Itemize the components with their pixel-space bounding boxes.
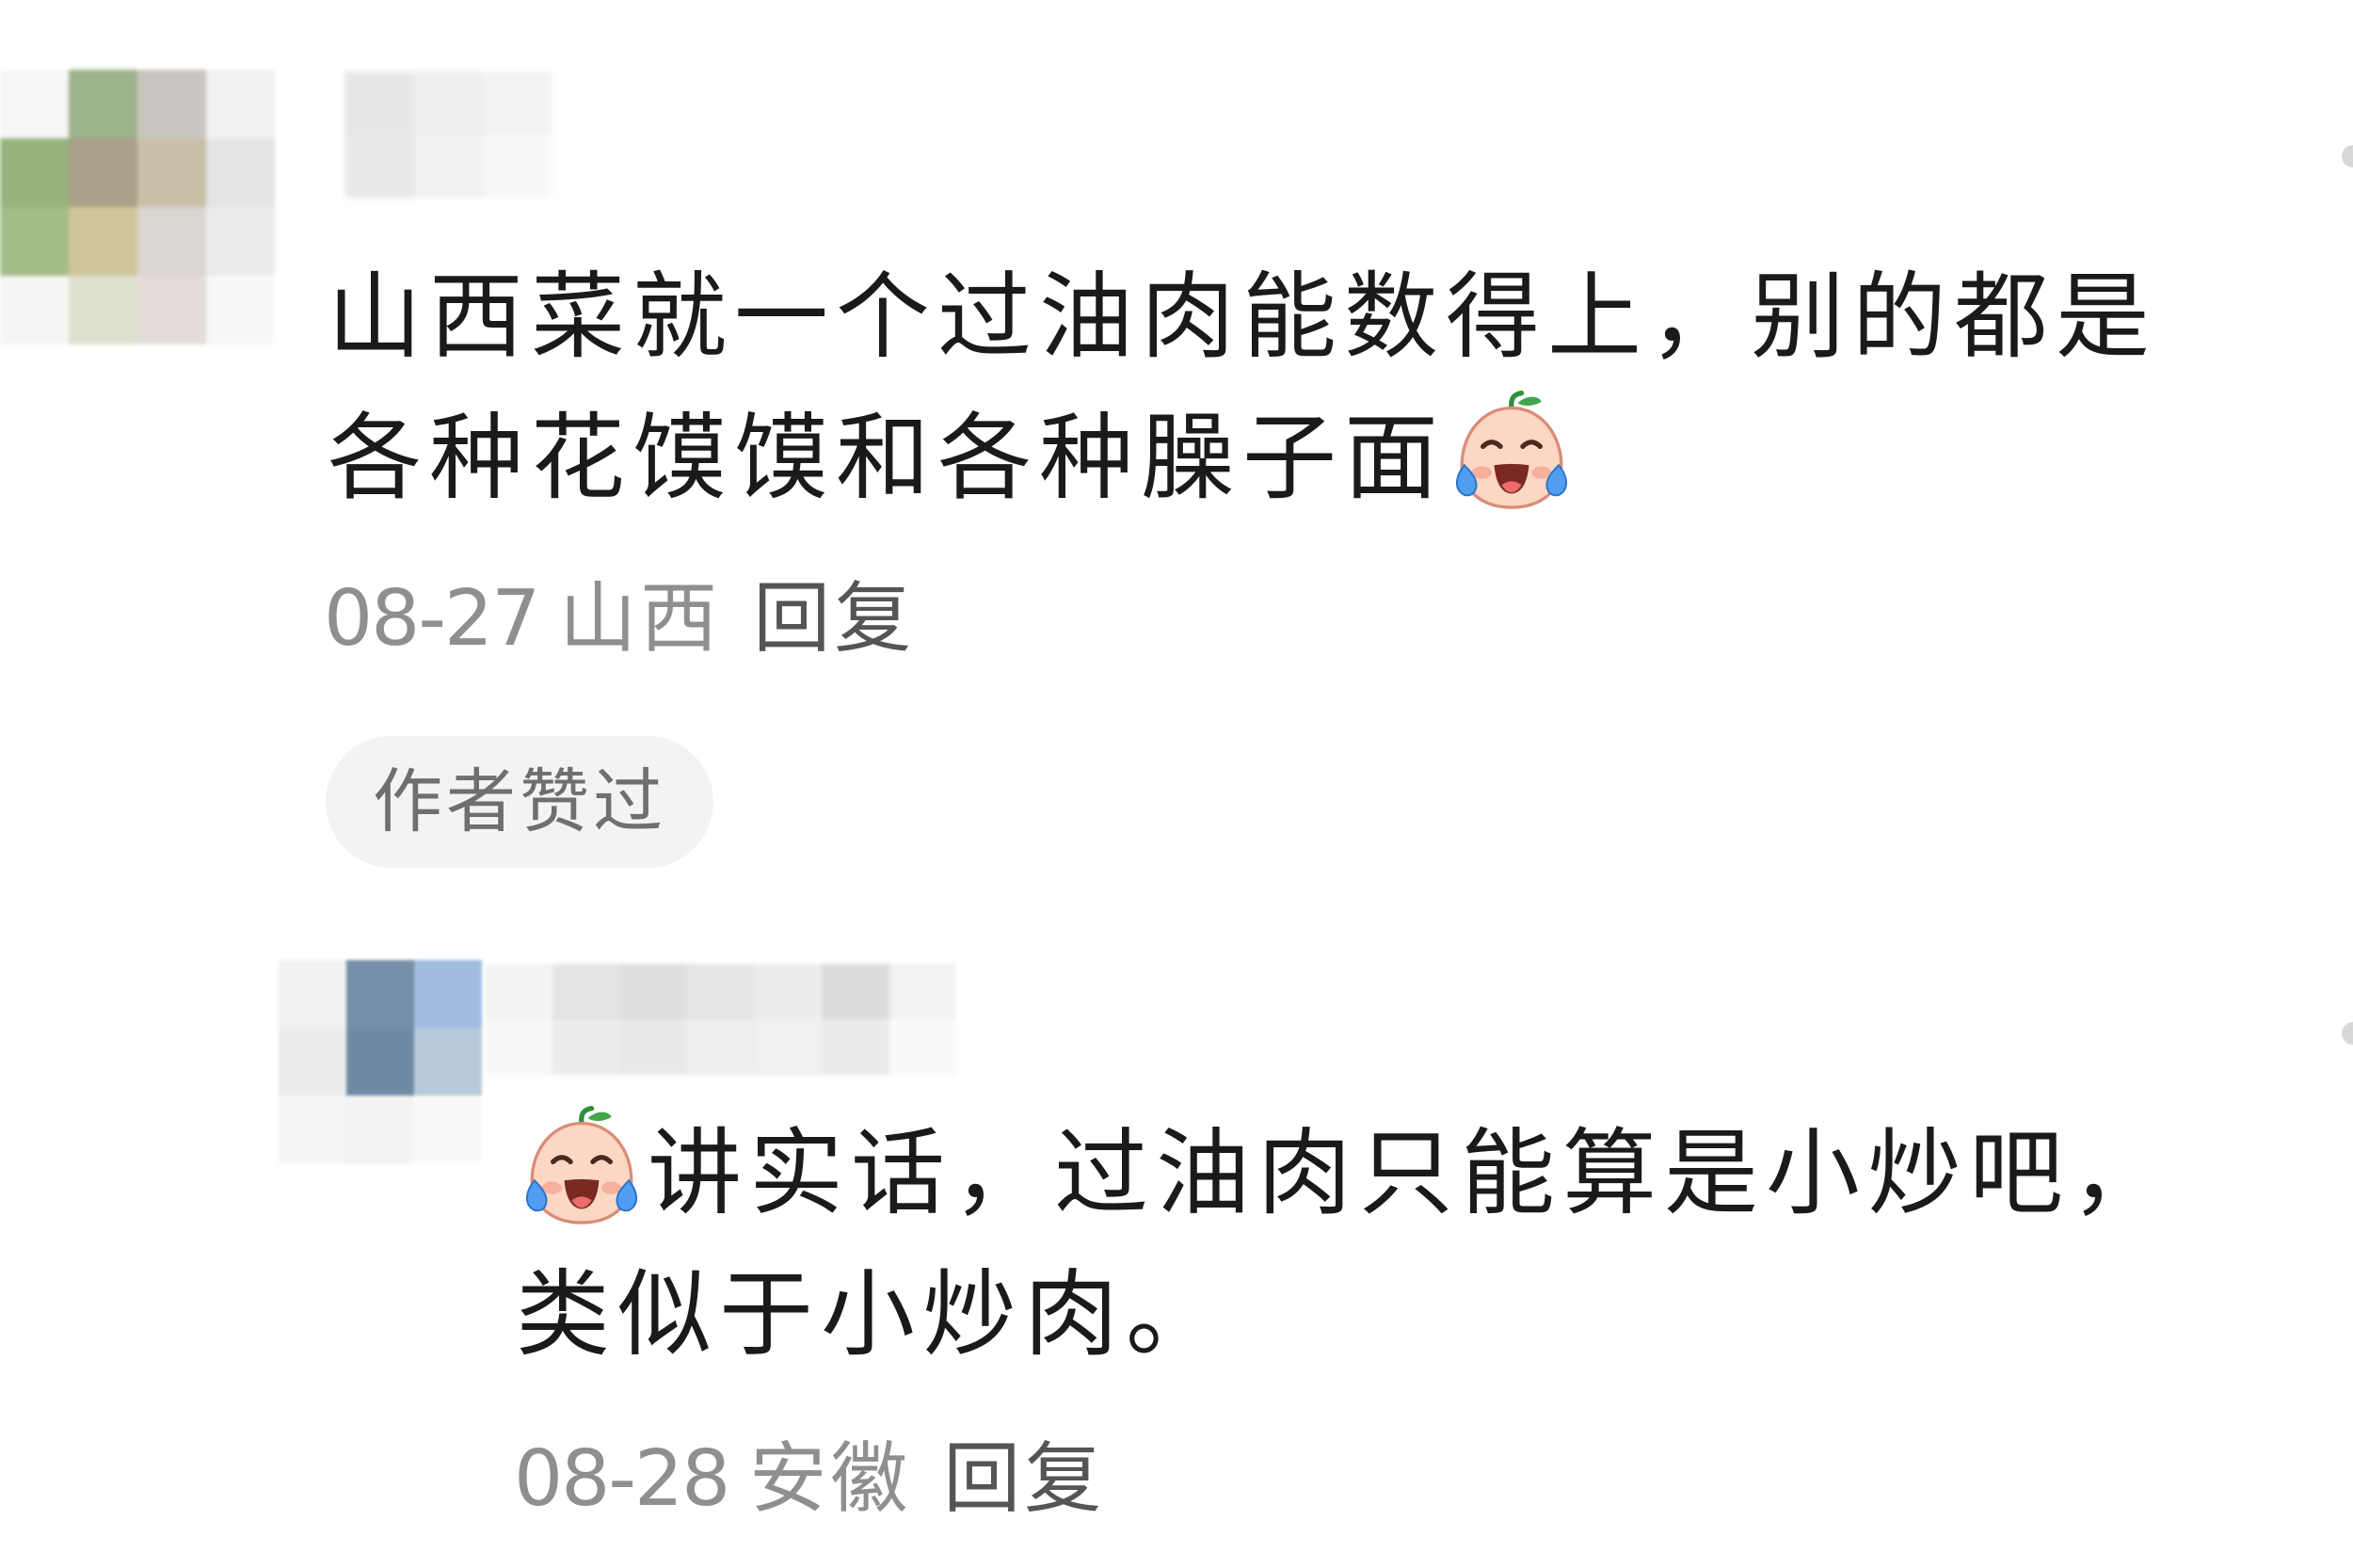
- comment-date: 08-27: [324, 574, 540, 664]
- author-liked-badge: 作者赞过: [326, 736, 713, 868]
- reply-button[interactable]: 回复: [943, 1432, 1105, 1527]
- mosaic-cell: [346, 1096, 414, 1163]
- mosaic-cell: [754, 1019, 823, 1075]
- mosaic-cell: [206, 276, 275, 344]
- mosaic-cell: [137, 276, 206, 344]
- mosaic-cell: [0, 138, 69, 207]
- avatar[interactable]: [279, 960, 482, 1163]
- laughing-crying-peach-icon: [1449, 391, 1574, 515]
- mosaic-cell: [414, 1028, 482, 1096]
- mosaic-cell: [137, 207, 206, 276]
- mosaic-cell: [482, 135, 552, 198]
- more-options-icon[interactable]: [2342, 145, 2353, 168]
- mosaic-cell: [69, 138, 137, 207]
- mosaic-cell: [619, 964, 688, 1019]
- comment-region: 山西: [559, 574, 722, 664]
- mosaic-cell: [414, 960, 482, 1028]
- username[interactable]: [486, 964, 956, 1075]
- mosaic-cell: [413, 72, 483, 135]
- mosaic-cell: [552, 964, 620, 1019]
- mosaic-cell: [206, 70, 275, 138]
- mosaic-cell: [687, 964, 755, 1019]
- mosaic-cell: [0, 207, 69, 276]
- mosaic-cell: [486, 964, 553, 1019]
- mosaic-cell: [888, 964, 956, 1019]
- mosaic-cell: [279, 960, 346, 1028]
- mosaic-cell: [687, 1019, 755, 1075]
- comment-meta: 08-28 安徽 回复: [514, 1432, 1105, 1527]
- comment-body: 讲实话，过油肉只能算是小炒吧，类似于小炒肉。: [516, 1118, 2172, 1369]
- reply-button[interactable]: 回复: [753, 572, 915, 666]
- mosaic-cell: [414, 1096, 482, 1163]
- mosaic-cell: [279, 1028, 346, 1096]
- mosaic-cell: [0, 276, 69, 344]
- comment-date: 08-28: [514, 1434, 730, 1524]
- mosaic-cell: [69, 70, 137, 138]
- comment-meta: 08-27 山西 回复: [324, 572, 915, 666]
- laughing-crying-peach-icon: [520, 1106, 644, 1230]
- mosaic-cell: [552, 1019, 620, 1075]
- mosaic-cell: [486, 1019, 553, 1075]
- mosaic-cell: [137, 138, 206, 207]
- mosaic-cell: [822, 964, 889, 1019]
- mosaic-cell: [754, 964, 823, 1019]
- username[interactable]: [344, 72, 552, 198]
- mosaic-cell: [346, 960, 414, 1028]
- mosaic-cell: [888, 1019, 956, 1075]
- mosaic-cell: [619, 1019, 688, 1075]
- more-options-icon[interactable]: [2342, 1022, 2353, 1045]
- mosaic-cell: [482, 72, 552, 135]
- mosaic-cell: [413, 135, 483, 198]
- comment-text: 讲实话，过油肉只能算是小炒吧，类似于小炒肉。: [516, 1103, 2172, 1385]
- mosaic-cell: [69, 207, 137, 276]
- comment-body: 山西菜就一个过油肉能数得上，别的都是各种花馍馍和各种臊子面: [328, 262, 2157, 513]
- mosaic-cell: [69, 276, 137, 344]
- mosaic-cell: [822, 1019, 889, 1075]
- avatar[interactable]: [0, 70, 275, 344]
- mosaic-cell: [346, 1028, 414, 1096]
- mosaic-cell: [344, 135, 414, 198]
- comment-text: 山西菜就一个过油肉能数得上，别的都是各种花馍馍和各种臊子面: [328, 247, 2248, 529]
- mosaic-cell: [279, 1096, 346, 1163]
- mosaic-cell: [0, 70, 69, 138]
- mosaic-cell: [206, 207, 275, 276]
- mosaic-cell: [206, 138, 275, 207]
- mosaic-cell: [344, 72, 414, 135]
- comment-region: 安徽: [749, 1434, 912, 1524]
- mosaic-cell: [137, 70, 206, 138]
